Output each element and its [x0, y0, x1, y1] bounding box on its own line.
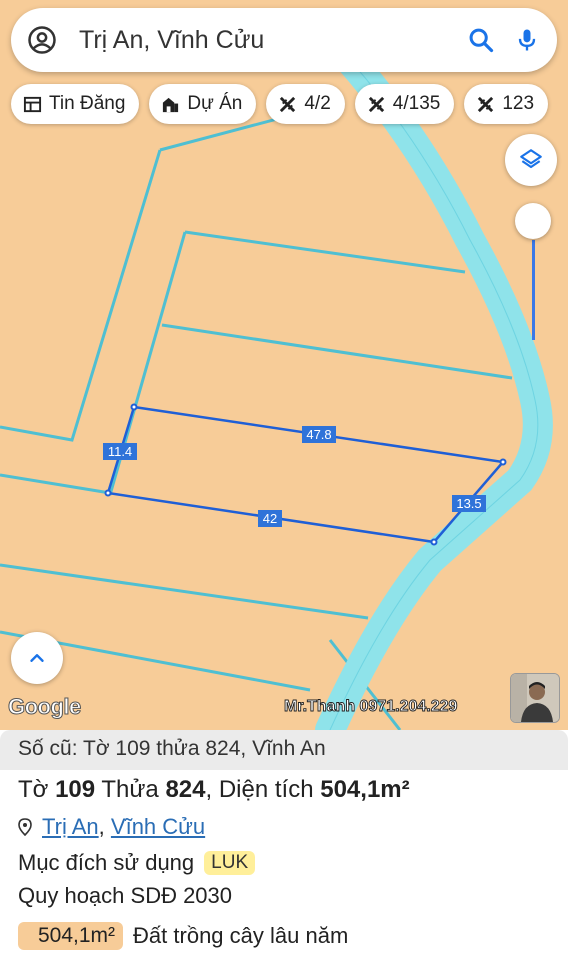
plan-title: Quy hoạch SDĐ 2030: [18, 883, 233, 908]
layers-icon: [520, 149, 542, 169]
sheet-number: 109: [55, 776, 96, 803]
avatar[interactable]: [510, 673, 560, 723]
ward-link[interactable]: Trị An: [42, 814, 99, 840]
dimension-label-right: 13.5: [456, 496, 481, 511]
plan-land-type: Đất trồng cây lâu năm: [133, 923, 349, 948]
chip-label: 123: [502, 93, 535, 114]
watermark: Mr.Thanh 0971.204.229: [284, 698, 458, 716]
planning-icon: [280, 96, 296, 112]
chip-label: 4/2: [304, 93, 331, 114]
plan-area-badge: 504,1m²: [18, 922, 124, 950]
search-bar[interactable]: Trị An, Vĩnh Cửu: [11, 8, 557, 72]
listing-icon: [23, 96, 42, 112]
search-input[interactable]: Trị An, Vĩnh Cửu: [79, 26, 449, 55]
chip-label: 4/135: [392, 93, 441, 114]
layers-button[interactable]: [505, 134, 557, 186]
old-reference-bar: Số cũ: Tờ 109 thửa 824, Vĩnh An: [0, 730, 568, 770]
chip-planning-4-2[interactable]: 4/2: [266, 84, 345, 124]
separator: ,: [98, 814, 105, 839]
sheet-label: Tờ: [18, 776, 49, 803]
parcel-summary: Tờ 109 Thửa 824, Diện tích 504,1m²: [18, 776, 410, 804]
district-link[interactable]: Vĩnh Cửu: [111, 814, 205, 840]
chevron-up-icon: [30, 654, 44, 662]
project-icon: [163, 97, 179, 112]
chip-planning-123[interactable]: 123: [464, 84, 549, 124]
purpose-row: Mục đích sử dụng LUK: [18, 850, 256, 876]
chip-tin-dang[interactable]: Tin Đăng: [11, 84, 140, 124]
expand-panel-button[interactable]: [11, 632, 63, 684]
chip-label: Dự Án: [187, 93, 243, 114]
dimension-label-top: 47.8: [306, 427, 331, 442]
old-reference-text: Số cũ: Tờ 109 thửa 824, Vĩnh An: [18, 737, 326, 760]
area-label: Diện tích: [218, 776, 314, 803]
purpose-code-badge: LUK: [204, 851, 256, 875]
google-logo: Google: [8, 694, 82, 720]
filter-chips: Tin Đăng Dự Án 4/2 4/135 123: [11, 84, 549, 124]
parcel-number: 824: [165, 776, 206, 803]
purpose-label: Mục đích sử dụng: [18, 850, 195, 875]
separator: ,: [205, 776, 213, 803]
chip-label: Tin Đăng: [49, 93, 126, 114]
person-icon: [511, 674, 559, 722]
planning-icon: [478, 96, 494, 112]
opacity-slider-track[interactable]: [532, 240, 535, 340]
area-value: 504,1m²: [320, 776, 410, 803]
location-row: Trị An, Vĩnh Cửu: [18, 814, 205, 840]
microphone-icon[interactable]: [513, 26, 541, 54]
parcel-label: Thửa: [101, 776, 159, 803]
dimension-label-left: 11.4: [108, 444, 132, 459]
account-icon[interactable]: [27, 25, 57, 55]
location-pin-icon: [18, 818, 32, 836]
search-icon[interactable]: [467, 26, 495, 54]
dimension-label-bottom: 42: [263, 511, 277, 526]
chip-planning-4-135[interactable]: 4/135: [354, 84, 455, 124]
plan-row: 504,1m² Đất trồng cây lâu năm: [18, 922, 348, 950]
opacity-slider-handle[interactable]: [515, 203, 551, 239]
planning-icon: [368, 96, 384, 112]
chip-du-an[interactable]: Dự Án: [149, 84, 257, 124]
